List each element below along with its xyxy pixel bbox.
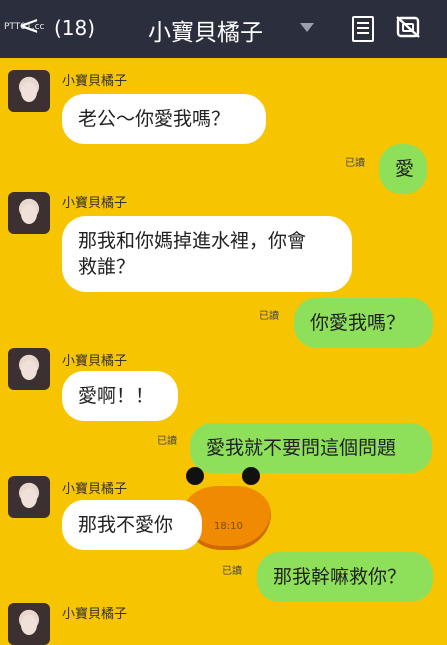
message-bubble: 愛啊！！ <box>62 371 178 421</box>
chat-header: PTT01.cc < (18) 小寶貝橘子 <box>0 0 447 58</box>
message-line: 救誰？ <box>78 256 136 278</box>
message-bubble: 那我幹嘛救你？ <box>257 552 433 602</box>
sender-name: 小寶貝橘子 <box>62 607 128 622</box>
avatar[interactable] <box>8 70 50 112</box>
message-bubble: 你愛我嗎？ <box>294 298 433 348</box>
unread-count: (18) <box>54 16 96 40</box>
message-bubble: 愛我就不要問這個問題 <box>190 423 432 473</box>
read-receipt: 已讀 <box>345 158 365 169</box>
avatar[interactable] <box>8 192 50 234</box>
message-bubble: 老公～你愛我嗎？ <box>62 94 266 144</box>
video-call-icon[interactable] <box>394 14 422 40</box>
back-button[interactable]: < <box>18 12 40 40</box>
message-bubble: 那我和你媽掉進水裡，你會 救誰？ <box>62 216 352 292</box>
read-receipt: 已讀 <box>222 566 242 577</box>
note-icon[interactable] <box>352 16 374 42</box>
message-time: 18:10 <box>214 521 243 532</box>
read-receipt: 已讀 <box>157 436 177 447</box>
duck-eye-icon <box>186 467 204 485</box>
chat-title[interactable]: 小寶貝橘子 <box>148 13 263 47</box>
avatar[interactable] <box>8 348 50 390</box>
chevron-down-icon[interactable] <box>300 23 314 32</box>
duck-eye-icon <box>242 467 260 485</box>
message-bubble: 那我不愛你 <box>62 500 202 550</box>
sender-name: 小寶貝橘子 <box>62 74 128 89</box>
sender-name: 小寶貝橘子 <box>62 196 128 211</box>
sender-name: 小寶貝橘子 <box>62 354 128 369</box>
read-receipt: 已讀 <box>259 311 279 322</box>
message-line: 那我和你媽掉進水裡，你會 <box>78 230 307 252</box>
avatar[interactable] <box>8 476 50 518</box>
sender-name: 小寶貝橘子 <box>62 482 128 497</box>
avatar[interactable] <box>8 603 50 645</box>
message-bubble: 愛 <box>379 144 427 194</box>
